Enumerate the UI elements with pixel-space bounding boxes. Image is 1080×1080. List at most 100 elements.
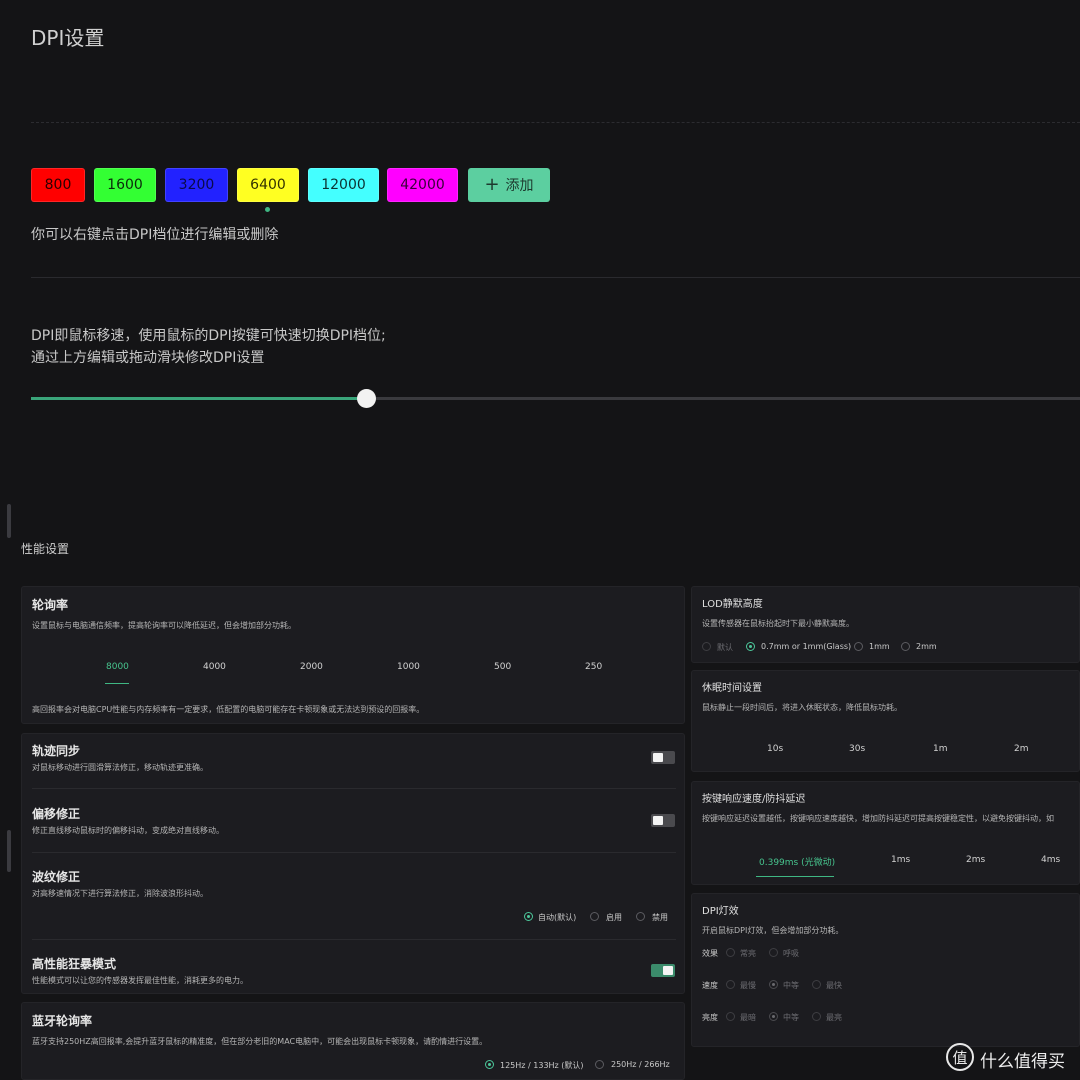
- divider: [32, 852, 676, 853]
- section-divider: [31, 277, 1080, 278]
- bt-250hz-label: 250Hz / 266Hz: [611, 1060, 670, 1069]
- lod-2mm-radio[interactable]: [901, 642, 910, 651]
- dpi-light-desc: 开启鼠标DPI灯效，但会增加部分功耗。: [702, 926, 844, 935]
- divider: [32, 788, 676, 789]
- ripple-enable-label: 启用: [606, 913, 622, 922]
- sleep-option-10s[interactable]: 10s: [767, 744, 783, 754]
- effect-steady-label: 常亮: [740, 949, 756, 958]
- lod-07mm-radio[interactable]: [746, 642, 755, 651]
- lod-card: LOD静默高度 设置传感器在鼠标抬起时下最小静默高度。 默认 0.7mm or …: [691, 586, 1080, 663]
- polling-option-8000[interactable]: 8000: [106, 662, 129, 672]
- effect-label: 效果: [702, 949, 718, 958]
- sleep-option-1m[interactable]: 1m: [933, 744, 948, 754]
- ripple-correction-desc: 对高移速情况下进行算法修正，消除波浪形抖动。: [32, 889, 208, 898]
- bt-125hz-label: 125Hz / 133Hz (默认): [500, 1061, 584, 1070]
- trajectory-sync-title: 轨迹同步: [32, 744, 81, 758]
- divider: [32, 939, 676, 940]
- add-dpi-button[interactable]: + 添加: [468, 168, 550, 202]
- dpi-light-card: DPI灯效 开启鼠标DPI灯效，但会增加部分功耗。 效果 常亮 呼吸 速度 最慢…: [691, 893, 1080, 1047]
- scroll-marker[interactable]: [7, 504, 11, 538]
- smzdm-logo-icon: 值: [946, 1043, 974, 1071]
- debounce-desc: 按键响应延迟设置越低，按键响应速度越快，增加防抖延迟可提高按键稳定性，以避免按键…: [702, 814, 1054, 823]
- trajectory-sync-toggle[interactable]: [651, 751, 675, 764]
- debounce-option-4ms[interactable]: 4ms: [1041, 855, 1060, 865]
- bt-125hz-radio[interactable]: [485, 1060, 494, 1069]
- polling-option-250[interactable]: 250: [585, 662, 602, 672]
- ripple-disable-radio[interactable]: [636, 912, 645, 921]
- dpi-slider-fill: [31, 397, 367, 400]
- polling-rate-card: 轮询率 设置鼠标与电脑通信频率，提高轮询率可以降低延迟，但会增加部分功耗。 80…: [21, 586, 685, 724]
- ripple-correction-title: 波纹修正: [32, 870, 81, 884]
- dpi-hint-text: 你可以右键点击DPI档位进行编辑或删除: [31, 227, 279, 243]
- polling-option-4000[interactable]: 4000: [203, 662, 226, 672]
- active-level-indicator: [265, 207, 270, 212]
- ripple-disable-label: 禁用: [652, 913, 668, 922]
- brightness-brightest-radio[interactable]: [812, 1012, 821, 1021]
- polling-option-2000[interactable]: 2000: [300, 662, 323, 672]
- dpi-level-42000[interactable]: 42000: [387, 168, 458, 202]
- ripple-auto-label: 自动(默认): [538, 913, 577, 922]
- debounce-option-2ms[interactable]: 2ms: [966, 855, 985, 865]
- dpi-level-12000[interactable]: 12000: [308, 168, 379, 202]
- brightness-label: 亮度: [702, 1013, 718, 1022]
- lod-1mm-label: 1mm: [869, 642, 890, 651]
- speed-label: 速度: [702, 981, 718, 990]
- dpi-slider-thumb[interactable]: [357, 389, 376, 408]
- dpi-description-line2: 通过上方编辑或拖动滑块修改DPI设置: [31, 350, 265, 366]
- boost-mode-toggle[interactable]: [651, 964, 675, 977]
- sleep-option-30s[interactable]: 30s: [849, 744, 865, 754]
- brightness-medium-label: 中等: [783, 1013, 799, 1022]
- plus-icon: +: [484, 174, 500, 195]
- speed-medium-radio[interactable]: [769, 980, 778, 989]
- debounce-option-1ms[interactable]: 1ms: [891, 855, 910, 865]
- brightness-dimmest-radio[interactable]: [726, 1012, 735, 1021]
- bluetooth-polling-desc: 蓝牙支持250HZ高回报率,会提升蓝牙鼠标的精准度，但在部分老旧的MAC电脑中，…: [32, 1037, 488, 1046]
- brightness-medium-radio[interactable]: [769, 1012, 778, 1021]
- lod-default-label: 默认: [717, 643, 733, 652]
- polling-option-1000[interactable]: 1000: [397, 662, 420, 672]
- dpi-description-line1: DPI即鼠标移速，使用鼠标的DPI按键可快速切换DPI档位;: [31, 328, 386, 344]
- dpi-level-3200[interactable]: 3200: [165, 168, 228, 202]
- lod-title: LOD静默高度: [702, 599, 763, 610]
- speed-slowest-label: 最慢: [740, 981, 756, 990]
- lod-07mm-label: 0.7mm or 1mm(Glass): [761, 642, 852, 651]
- boost-mode-title: 高性能狂暴模式: [32, 957, 117, 971]
- brightness-dimmest-label: 最暗: [740, 1013, 756, 1022]
- selected-underline: [756, 876, 834, 877]
- effect-steady-radio[interactable]: [726, 948, 735, 957]
- effect-breathe-radio[interactable]: [769, 948, 778, 957]
- toggles-card: 轨迹同步 对鼠标移动进行圆滑算法修正，移动轨迹更准确。 偏移修正 修正直线移动鼠…: [21, 733, 685, 994]
- debounce-option-0399ms[interactable]: 0.399ms (光微动): [759, 855, 835, 868]
- speed-fastest-radio[interactable]: [812, 980, 821, 989]
- add-dpi-label: 添加: [505, 178, 534, 194]
- dpi-section-title: DPI设置: [31, 26, 105, 50]
- selected-underline: [105, 683, 129, 684]
- lod-default-radio[interactable]: [702, 642, 711, 651]
- speed-slowest-radio[interactable]: [726, 980, 735, 989]
- scroll-marker[interactable]: [7, 830, 11, 872]
- effect-breathe-label: 呼吸: [783, 949, 799, 958]
- dpi-level-1600[interactable]: 1600: [94, 168, 156, 202]
- polling-rate-desc: 设置鼠标与电脑通信频率，提高轮询率可以降低延迟，但会增加部分功耗。: [32, 621, 296, 630]
- bt-250hz-radio[interactable]: [595, 1060, 604, 1069]
- dpi-level-6400[interactable]: 6400: [237, 168, 299, 202]
- debounce-title: 按键响应速度/防抖延迟: [702, 794, 806, 805]
- brightness-brightest-label: 最亮: [826, 1013, 842, 1022]
- lod-2mm-label: 2mm: [916, 642, 937, 651]
- bluetooth-polling-title: 蓝牙轮询率: [32, 1014, 93, 1028]
- sleep-option-2m[interactable]: 2m: [1014, 744, 1029, 754]
- offset-correction-title: 偏移修正: [32, 807, 81, 821]
- dpi-level-800[interactable]: 800: [31, 168, 85, 202]
- dashed-divider: [31, 122, 1080, 123]
- sleep-card: 休眠时间设置 鼠标静止一段时间后，将进入休眠状态，降低鼠标功耗。 10s 30s…: [691, 670, 1080, 772]
- bluetooth-polling-card: 蓝牙轮询率 蓝牙支持250HZ高回报率,会提升蓝牙鼠标的精准度，但在部分老旧的M…: [21, 1002, 685, 1080]
- polling-option-500[interactable]: 500: [494, 662, 511, 672]
- dpi-light-title: DPI灯效: [702, 906, 739, 917]
- offset-correction-toggle[interactable]: [651, 814, 675, 827]
- lod-1mm-radio[interactable]: [854, 642, 863, 651]
- ripple-enable-radio[interactable]: [590, 912, 599, 921]
- polling-rate-title: 轮询率: [32, 598, 69, 612]
- debounce-card: 按键响应速度/防抖延迟 按键响应延迟设置越低，按键响应速度越快，增加防抖延迟可提…: [691, 781, 1080, 885]
- sleep-desc: 鼠标静止一段时间后，将进入休眠状态，降低鼠标功耗。: [702, 703, 902, 712]
- ripple-auto-radio[interactable]: [524, 912, 533, 921]
